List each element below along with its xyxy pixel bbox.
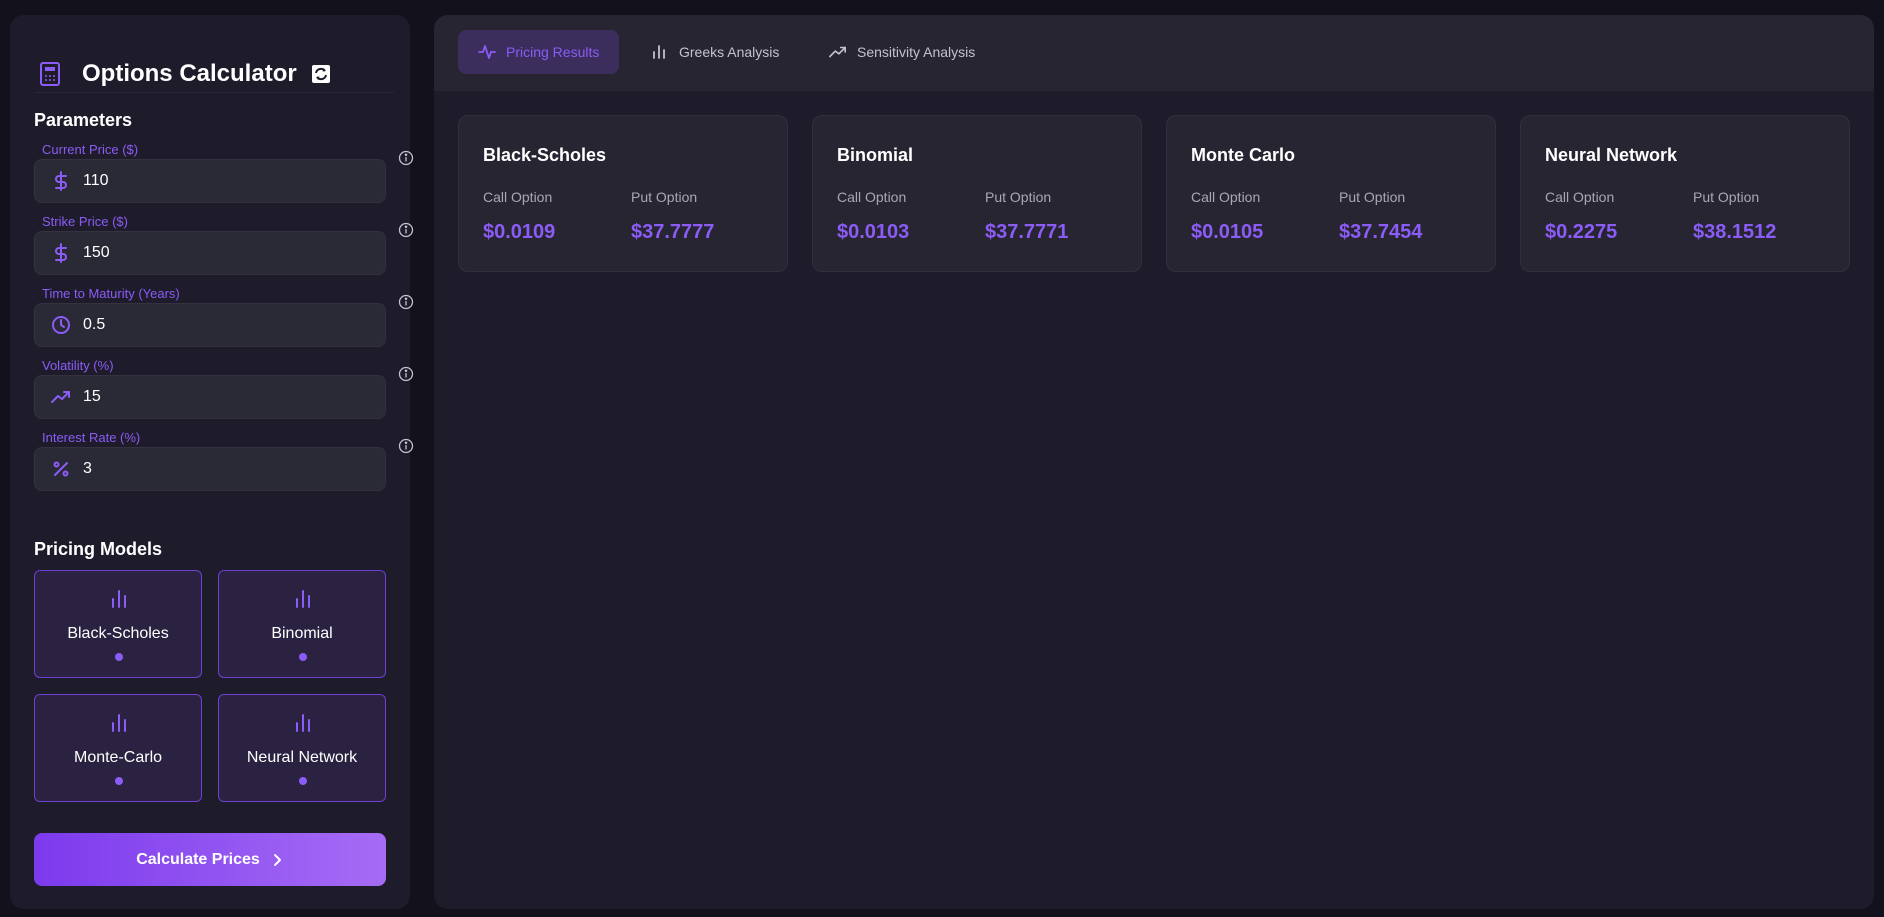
param-strike-price: Strike Price ($)	[34, 214, 414, 284]
result-card-binomial: Binomial Call Option Put Option $0.0103 …	[812, 115, 1142, 272]
call-option-value: $0.0109	[483, 221, 556, 243]
chevron-right-icon	[270, 853, 284, 867]
percent-icon	[49, 457, 73, 481]
current-price-input[interactable]	[83, 172, 343, 190]
put-option-label: Put Option	[1339, 189, 1406, 205]
model-label: Neural Network	[246, 749, 358, 766]
param-label: Strike Price ($)	[42, 214, 128, 229]
put-option-value: $37.7771	[985, 221, 1069, 243]
model-label: Binomial	[271, 625, 333, 642]
interest-rate-input[interactable]	[83, 460, 343, 478]
pricing-models-heading: Pricing Models	[34, 539, 163, 559]
time-to-maturity-field[interactable]	[34, 303, 386, 347]
model-card-neural-network[interactable]: Neural Network	[218, 694, 386, 802]
current-price-field[interactable]	[34, 159, 386, 203]
result-card-neural-network: Neural Network Call Option Put Option $0…	[1520, 115, 1850, 272]
selected-indicator	[115, 653, 123, 661]
call-option-value: $0.0103	[837, 221, 910, 243]
tab-label: Pricing Results	[506, 44, 600, 60]
interest-rate-field[interactable]	[34, 447, 386, 491]
volatility-field[interactable]	[34, 375, 386, 419]
dollar-icon	[49, 169, 73, 193]
clock-icon	[49, 313, 73, 337]
result-model-name: Binomial	[837, 145, 914, 165]
volatility-input[interactable]	[83, 388, 343, 406]
param-time-to-maturity: Time to Maturity (Years)	[34, 286, 414, 356]
put-option-value: $37.7777	[631, 221, 715, 243]
put-option-label: Put Option	[631, 189, 698, 205]
model-card-monte-carlo[interactable]: Monte-Carlo	[34, 694, 202, 802]
bar-chart-icon	[651, 43, 669, 61]
strike-price-field[interactable]	[34, 231, 386, 275]
calculate-prices-button[interactable]: Calculate Prices	[34, 833, 386, 886]
call-option-value: $0.0105	[1191, 221, 1264, 243]
parameters-heading: Parameters	[34, 110, 133, 130]
brand-divider	[36, 92, 394, 93]
tab-greeks-analysis[interactable]: Greeks Analysis	[631, 30, 799, 74]
param-label: Interest Rate (%)	[42, 430, 141, 445]
info-icon[interactable]	[398, 438, 414, 454]
info-icon[interactable]	[398, 150, 414, 166]
model-card-binomial[interactable]: Binomial	[218, 570, 386, 678]
app-title: Options Calculator	[82, 60, 297, 87]
call-option-label: Call Option	[1191, 189, 1261, 205]
put-option-value: $38.1512	[1693, 221, 1777, 243]
result-card-monte-carlo: Monte Carlo Call Option Put Option $0.01…	[1166, 115, 1496, 272]
selected-indicator	[115, 777, 123, 785]
tab-bar: Pricing Results Greeks Analysis Sensitiv…	[434, 15, 1874, 91]
model-card-black-scholes[interactable]: Black-Scholes	[34, 570, 202, 678]
bar-chart-icon	[291, 587, 315, 611]
result-card-black-scholes: Black-Scholes Call Option Put Option $0.…	[458, 115, 788, 272]
param-label: Current Price ($)	[42, 142, 139, 157]
tab-pricing-results[interactable]: Pricing Results	[458, 30, 620, 74]
tab-label: Greeks Analysis	[679, 44, 780, 60]
call-option-label: Call Option	[837, 189, 907, 205]
info-icon[interactable]	[398, 222, 414, 238]
info-icon[interactable]	[398, 294, 414, 310]
model-label: Black-Scholes	[67, 625, 169, 642]
result-model-name: Black-Scholes	[483, 145, 607, 165]
brand-header: Options Calculator	[36, 45, 394, 103]
info-icon[interactable]	[398, 366, 414, 382]
param-label: Volatility (%)	[42, 358, 114, 373]
selected-indicator	[299, 777, 307, 785]
refresh-logo-icon[interactable]	[311, 64, 331, 84]
calculate-prices-label: Calculate Prices	[136, 850, 260, 868]
param-interest-rate: Interest Rate (%)	[34, 430, 414, 500]
param-current-price: Current Price ($)	[34, 142, 414, 212]
model-label: Monte-Carlo	[73, 749, 163, 766]
trending-up-icon	[49, 385, 73, 409]
tab-sensitivity-analysis[interactable]: Sensitivity Analysis	[809, 30, 995, 74]
activity-icon	[478, 43, 496, 61]
put-option-label: Put Option	[985, 189, 1052, 205]
call-option-value: $0.2275	[1545, 221, 1618, 243]
bar-chart-icon	[107, 587, 131, 611]
param-label: Time to Maturity (Years)	[42, 286, 180, 301]
selected-indicator	[299, 653, 307, 661]
call-option-label: Call Option	[483, 189, 553, 205]
dollar-icon	[49, 241, 73, 265]
call-option-label: Call Option	[1545, 189, 1615, 205]
tab-label: Sensitivity Analysis	[857, 44, 976, 60]
time-to-maturity-input[interactable]	[83, 316, 343, 334]
calculator-icon	[36, 60, 64, 88]
bar-chart-icon	[107, 711, 131, 735]
main-panel: Pricing Results Greeks Analysis Sensitiv…	[434, 15, 1874, 909]
bar-chart-icon	[291, 711, 315, 735]
sidebar: Options Calculator Parameters Current Pr…	[10, 15, 414, 909]
result-model-name: Monte Carlo	[1191, 145, 1296, 165]
put-option-value: $37.7454	[1339, 221, 1423, 243]
param-volatility: Volatility (%)	[34, 358, 414, 428]
trending-up-icon	[829, 43, 847, 61]
result-model-name: Neural Network	[1545, 145, 1678, 165]
strike-price-input[interactable]	[83, 244, 343, 262]
put-option-label: Put Option	[1693, 189, 1760, 205]
